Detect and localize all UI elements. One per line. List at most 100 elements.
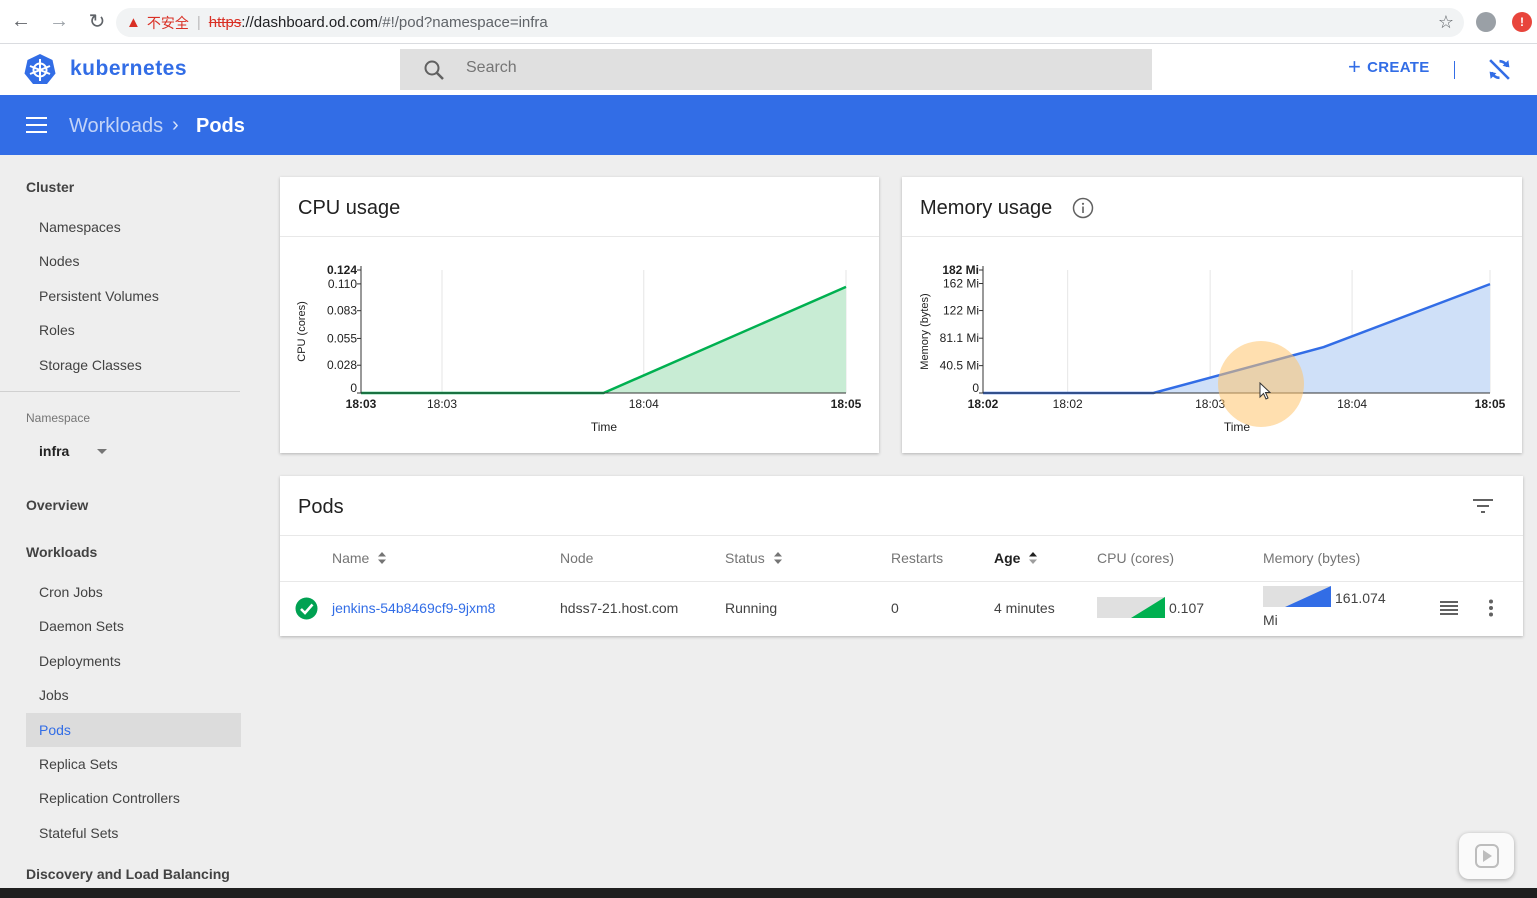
column-label-cpu: CPU (cores) xyxy=(1097,550,1175,566)
sidebar-heading-cluster[interactable]: Cluster xyxy=(26,179,74,195)
y-tick-label-4: 162 Mi xyxy=(943,277,979,291)
y-tick-label-2: 0.055 xyxy=(327,331,357,345)
column-label-restarts: Restarts xyxy=(891,550,944,566)
namespace-value: infra xyxy=(39,443,70,459)
profile-avatar-icon[interactable] xyxy=(1476,12,1496,32)
memory-usage-chart: 0 40.5 Mi 81.1 Mi 122 Mi 162 Mi182 Mi 18:02 18… xyxy=(919,263,1506,434)
column-header-restarts: Restarts xyxy=(891,550,943,566)
sort-icon xyxy=(378,552,387,564)
y-tick-label-3: 0.083 xyxy=(327,304,357,318)
memory-card-title: Memory usage xyxy=(920,197,1053,219)
filter-icon[interactable] xyxy=(1472,498,1494,514)
sidebar-item-replication-controllers[interactable]: Replication Controllers xyxy=(26,781,241,815)
chevron-right-icon: › xyxy=(172,114,179,136)
sidebar-item-deployments[interactable]: Deployments xyxy=(26,644,241,678)
pods-card: Pods Name Node Status Restarts Age CPU (… xyxy=(280,476,1523,636)
pod-status: Running xyxy=(725,600,778,616)
address-separator: | xyxy=(196,14,201,31)
cpu-card-title: CPU usage xyxy=(298,197,401,219)
reload-icon[interactable]: ↻ xyxy=(80,5,114,39)
column-header-status[interactable]: Status xyxy=(725,550,783,566)
sidebar-heading-overview[interactable]: Overview xyxy=(26,497,88,513)
y-tick-label-4: 0.110 xyxy=(328,277,357,291)
hamburger-menu-icon[interactable] xyxy=(26,117,47,133)
x-tick-label-0: 18:03 xyxy=(346,397,377,411)
video-player-button[interactable] xyxy=(1459,833,1514,879)
card-divider xyxy=(280,535,1523,536)
pod-cpu-value: 0.107 xyxy=(1169,600,1205,616)
back-arrow-icon[interactable]: ← xyxy=(4,5,38,39)
y-tick-label-2: 81.1 Mi xyxy=(940,331,979,345)
column-header-cpu: CPU (cores) xyxy=(1097,550,1174,566)
sidebar-item-replica-sets[interactable]: Replica Sets xyxy=(26,747,241,781)
x-tick-label-1: 18:02 xyxy=(1053,397,1083,411)
pod-restarts: 0 xyxy=(891,600,899,616)
sidebar-item-cron-jobs[interactable]: Cron Jobs xyxy=(26,575,241,609)
column-label-node: Node xyxy=(560,550,594,566)
extension-icon[interactable]: ! xyxy=(1512,12,1532,32)
bookmark-star-icon[interactable]: ☆ xyxy=(1438,12,1454,33)
search-box[interactable] xyxy=(400,49,1152,90)
x-tick-label-3: 18:05 xyxy=(831,397,862,411)
x-tick-label-3: 18:04 xyxy=(1337,397,1367,411)
page-toolbar: Workloads › Pods xyxy=(0,95,1537,155)
search-input[interactable] xyxy=(466,59,1126,77)
y-tick-label-3: 122 Mi xyxy=(943,304,979,318)
pod-node[interactable]: hdss7-21.host.com xyxy=(560,600,678,616)
search-icon xyxy=(424,60,444,80)
y-tick-label-1: 40.5 Mi xyxy=(940,359,979,373)
sidebar-item-pods[interactable]: Pods xyxy=(26,713,241,747)
breadcrumb-workloads[interactable]: Workloads xyxy=(69,115,163,138)
sidebar-item-jobs[interactable]: Jobs xyxy=(26,678,241,712)
cpu-usage-card: CPU usage 0 0.028 0.055 0.083 0.110 0.124 18:0… xyxy=(280,177,879,453)
url-host: ://dashboard.od.com xyxy=(241,14,379,31)
pod-name-link[interactable]: jenkins-54b8469cf9-9jxm8 xyxy=(332,600,495,616)
create-button[interactable]: + CREATE xyxy=(1348,56,1430,78)
sidebar-item-nodes[interactable]: Nodes xyxy=(26,244,241,278)
column-header-memory: Memory (bytes) xyxy=(1263,550,1360,566)
x-tick-label-1: 18:03 xyxy=(427,397,457,411)
y-tick-label-0: 0 xyxy=(972,381,979,395)
more-vert-icon[interactable] xyxy=(1488,599,1494,617)
forward-arrow-icon[interactable]: → xyxy=(42,5,76,39)
column-header-node: Node xyxy=(560,550,593,566)
kubernetes-logo[interactable]: kubernetes xyxy=(24,53,187,85)
sidebar-item-daemon-sets[interactable]: Daemon Sets xyxy=(26,609,241,643)
sidebar-item-roles[interactable]: Roles xyxy=(26,313,241,347)
sidebar: Cluster Namespaces Nodes Persistent Volu… xyxy=(0,155,255,898)
x-tick-label-2: 18:03 xyxy=(1195,397,1225,411)
sidebar-item-storage-classes[interactable]: Storage Classes xyxy=(26,348,241,382)
address-bar[interactable]: ▲ 不安全 | https://dashboard.od.com/#!/pod?… xyxy=(116,8,1464,37)
sidebar-item-stateful-sets[interactable]: Stateful Sets xyxy=(26,816,241,850)
y-axis-label: CPU (cores) xyxy=(296,301,308,362)
column-label-age: Age xyxy=(994,550,1021,566)
cpu-sparkline xyxy=(1097,597,1165,618)
header-divider xyxy=(1454,61,1455,79)
y-tick-label-1: 0.028 xyxy=(327,358,357,372)
x-tick-label-4: 18:05 xyxy=(1475,397,1506,411)
sidebar-item-persistent-volumes[interactable]: Persistent Volumes xyxy=(26,279,241,313)
column-header-age[interactable]: Age xyxy=(994,550,1038,566)
sort-ascending-icon xyxy=(1029,552,1038,564)
sort-icon xyxy=(773,552,782,564)
info-icon[interactable] xyxy=(1072,197,1094,219)
sidebar-item-namespaces[interactable]: Namespaces xyxy=(26,210,241,244)
mouse-pointer-icon xyxy=(1259,382,1271,400)
column-header-name[interactable]: Name xyxy=(332,550,387,566)
browser-bar: ← → ↻ ▲ 不安全 | https://dashboard.od.com/#… xyxy=(0,0,1537,44)
kubernetes-wheel-icon xyxy=(24,54,56,84)
sidebar-divider xyxy=(0,391,240,392)
logs-icon[interactable] xyxy=(1440,601,1458,615)
create-label: CREATE xyxy=(1367,58,1430,76)
pod-age: 4 minutes xyxy=(994,600,1055,616)
brand-name: kubernetes xyxy=(70,57,188,80)
sidebar-heading-workloads[interactable]: Workloads xyxy=(26,544,97,560)
url-path: /#!/pod?namespace=infra xyxy=(378,14,548,31)
sync-off-icon[interactable] xyxy=(1487,57,1512,82)
sidebar-heading-discovery[interactable]: Discovery and Load Balancing xyxy=(26,866,230,882)
namespace-select[interactable]: infra xyxy=(39,443,109,459)
play-icon xyxy=(1475,844,1499,868)
taskbar-strip xyxy=(0,888,1537,898)
namespace-label: Namespace xyxy=(26,411,91,425)
chart-area xyxy=(983,284,1490,393)
